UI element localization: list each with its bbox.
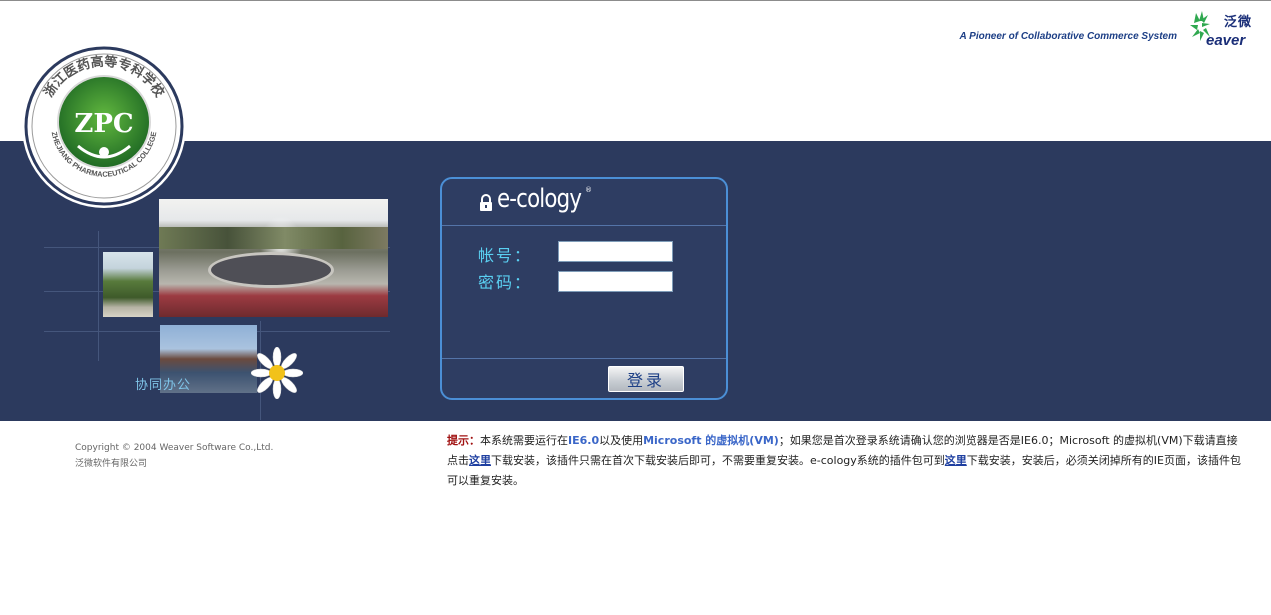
divider [98, 231, 99, 361]
notice-prefix: 提示： [447, 434, 480, 447]
copyright-cn: 泛微软件有限公司 [75, 459, 148, 469]
login-panel: e-cology ® 帐号： 密码： 登录 [440, 177, 728, 400]
registered-mark: ® [585, 186, 592, 194]
notice-vm: Microsoft 的虚拟机(VM) [643, 434, 779, 447]
campus-trees-photo [103, 252, 153, 317]
lock-icon [480, 194, 492, 211]
notice-text: 下载安装，该插件只需在首次下载安装后即可，不需要重复安装。e-cology系统的… [491, 454, 945, 467]
top-border [0, 0, 1271, 1]
copyright-en: Copyright © 2004 Weaver Software Co.,Ltd… [75, 443, 274, 453]
password-input[interactable] [558, 271, 673, 292]
install-notice: 提示：本系统需要运行在IE6.0以及使用Microsoft 的虚拟机(VM)；如… [447, 431, 1247, 491]
divider [442, 358, 726, 359]
campus-fountain-photo [159, 199, 388, 317]
school-abbr: ZPC [74, 109, 133, 139]
password-label: 密码： [478, 273, 533, 292]
vm-download-link[interactable]: 这里 [469, 454, 491, 467]
brand-name-cn: 泛微 [1224, 15, 1253, 30]
divider [442, 225, 726, 226]
photo-trees [159, 227, 388, 249]
photo-fountain-basin [211, 255, 331, 285]
product-name: e-cology [497, 184, 582, 214]
plugin-download-link[interactable]: 这里 [945, 454, 967, 467]
school-emblem-icon: ZPC 浙江医药高等专科学校 ZHEJIANG PHARMACEUTICAL C… [24, 46, 184, 206]
account-label: 帐号： [478, 246, 533, 265]
collaboration-caption: 协同办公 [135, 378, 192, 393]
account-input[interactable] [558, 241, 673, 262]
school-seal: ZPC 浙江医药高等专科学校 ZHEJIANG PHARMACEUTICAL C… [22, 44, 186, 208]
login-button[interactable]: 登录 [608, 366, 684, 392]
copyright: Copyright © 2004 Weaver Software Co.,Ltd… [75, 440, 273, 472]
notice-text: 本系统需要运行在 [480, 434, 568, 447]
brand-name-en: eaver [1206, 32, 1246, 49]
notice-text: 以及使用 [599, 434, 644, 447]
vendor-tagline: A Pioneer of Collaborative Commerce Syst… [959, 31, 1177, 42]
notice-ie-version: IE6.0 [568, 434, 600, 447]
daisy-icon [251, 347, 303, 399]
